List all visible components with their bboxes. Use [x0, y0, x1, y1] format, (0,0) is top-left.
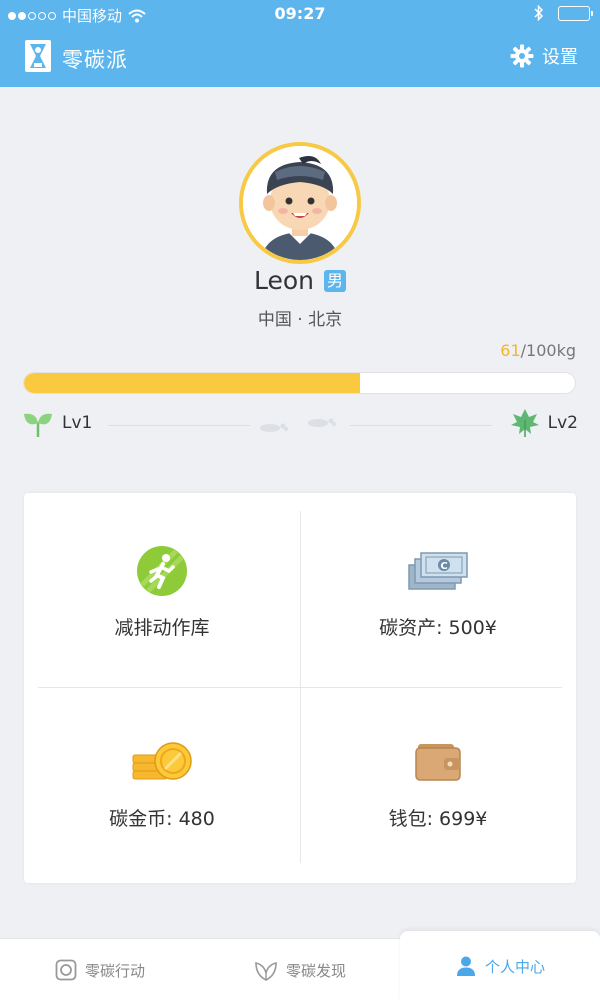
- footprints-icon: [260, 418, 336, 432]
- status-time: 09:27: [274, 4, 326, 23]
- carbon-coins-button[interactable]: 碳金币: 480: [24, 688, 300, 883]
- actions-library-button[interactable]: 减排动作库: [24, 493, 300, 688]
- bluetooth-icon: [534, 5, 544, 21]
- svg-text:C: C: [440, 561, 447, 572]
- gold-coins-icon: [132, 742, 192, 780]
- level-next-label: Lv2: [547, 413, 578, 433]
- user-name: Leon: [253, 266, 314, 295]
- gear-icon: [510, 44, 534, 68]
- tab-zero-carbon-action[interactable]: 零碳行动: [0, 939, 200, 1000]
- person-icon: [456, 956, 475, 976]
- profile-name-row: Leon 男: [0, 266, 600, 295]
- carbon-coins-label: 碳金币: 480: [109, 808, 215, 830]
- gender-badge: 男: [324, 269, 347, 292]
- leaf-icon: [255, 961, 277, 981]
- user-location: 中国 · 北京: [257, 310, 343, 330]
- progress-label: 61/100kg: [500, 341, 576, 360]
- banknotes-icon: C: [408, 552, 468, 590]
- progress-target: /100kg: [520, 341, 576, 360]
- tab-zero-carbon-action-label: 零碳行动: [84, 961, 145, 980]
- wallet-label: 钱包: 699¥: [388, 808, 488, 830]
- carbon-assets-button[interactable]: C 碳资产: 500¥: [300, 493, 576, 688]
- level-line-left: [108, 425, 250, 426]
- maple-leaf-icon: [510, 409, 539, 437]
- tab-zero-carbon-discover[interactable]: 零碳发现: [200, 939, 400, 1000]
- sprout-icon: [24, 413, 52, 437]
- level-next: Lv2: [510, 408, 578, 438]
- running-man-icon: [137, 546, 187, 596]
- settings-button[interactable]: 设置: [510, 43, 578, 69]
- feature-grid-card: 减排动作库 C 碳资产: 500¥ 碳金币: 480 钱包: 699¥: [24, 493, 576, 883]
- avatar[interactable]: [239, 142, 361, 264]
- tab-personal-center[interactable]: 个人中心: [400, 931, 600, 1000]
- carbon-progress-bar: [23, 372, 576, 394]
- level-track: Lv1 Lv2: [22, 408, 578, 442]
- level-current-label: Lv1: [62, 413, 93, 433]
- hourglass-icon: [25, 40, 51, 72]
- carbon-assets-label: 碳资产: 500¥: [379, 617, 497, 639]
- camera-icon: [55, 959, 77, 981]
- bottom-tab-bar: 零碳行动 零碳发现 个人中心: [0, 931, 600, 1000]
- level-current: Lv1: [22, 408, 92, 438]
- nav-bar: 零碳派 设置: [0, 28, 600, 87]
- settings-label: 设置: [542, 47, 578, 68]
- wallet-button[interactable]: 钱包: 699¥: [300, 688, 576, 883]
- progress-fill: [24, 373, 361, 393]
- level-line-right: [350, 425, 492, 426]
- tab-zero-carbon-discover-label: 零碳发现: [285, 961, 346, 980]
- wallet-icon: [415, 744, 461, 781]
- app-title: 零碳派: [62, 48, 128, 72]
- top-bar: 中国移动 09:27 零碳派 设置: [0, 0, 600, 87]
- boy-avatar-icon: [243, 146, 357, 260]
- status-right: [534, 5, 593, 21]
- battery-icon: [558, 5, 593, 21]
- actions-library-label: 减排动作库: [114, 617, 210, 639]
- status-bar: 中国移动 09:27: [0, 0, 600, 28]
- tab-personal-center-label: 个人中心: [484, 957, 545, 976]
- progress-current: 61: [500, 341, 521, 360]
